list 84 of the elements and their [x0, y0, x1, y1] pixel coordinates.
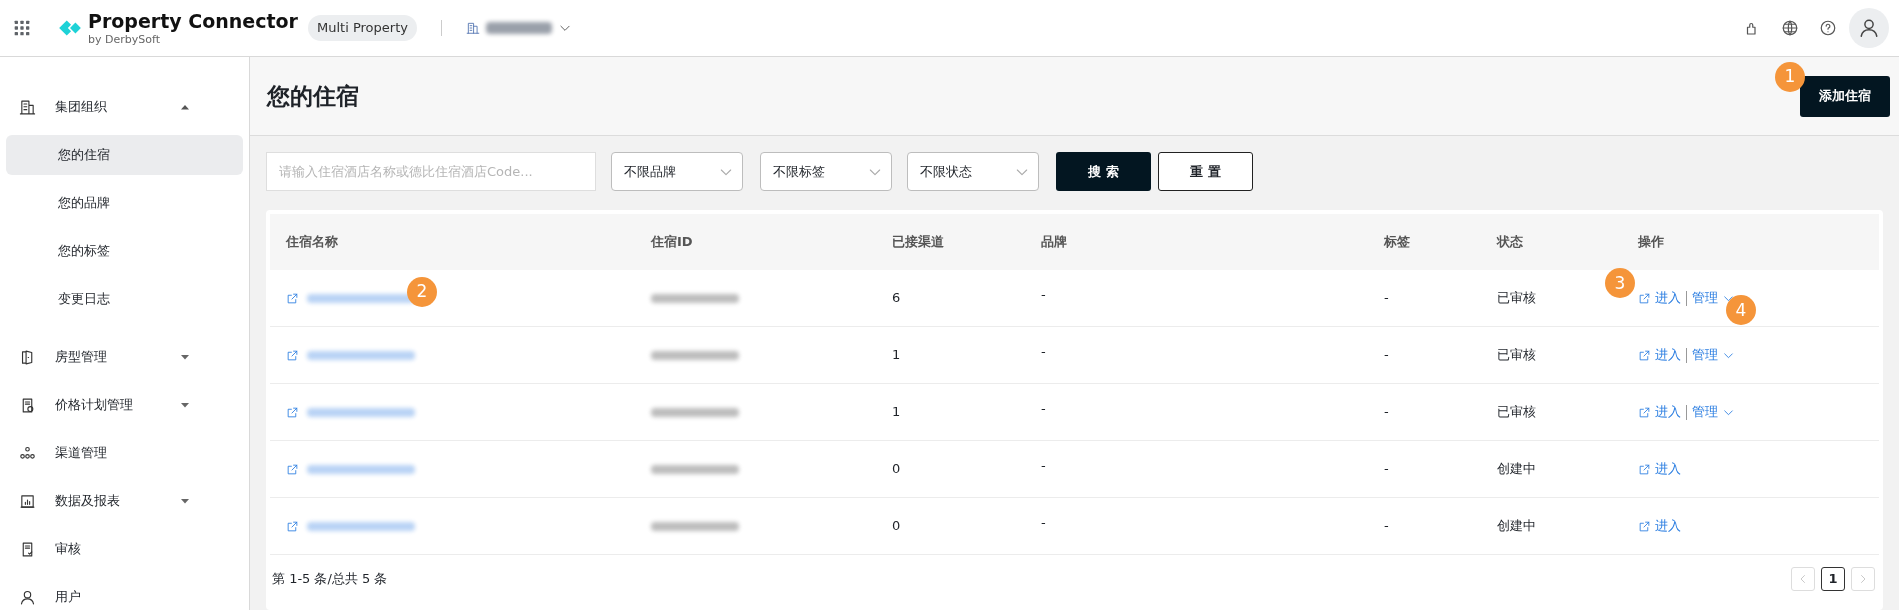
external-link-icon[interactable] — [286, 462, 299, 476]
table-cell-text: - — [1384, 460, 1390, 479]
table-cell-text: - — [1041, 457, 1047, 476]
sidebar-subitem[interactable]: 您的住宿 — [6, 135, 243, 175]
apps-grid-icon[interactable] — [14, 20, 30, 36]
table-cell-text: - — [1041, 400, 1047, 419]
column-header: 操作 — [1638, 233, 1665, 252]
bar-chart-icon — [19, 492, 36, 510]
search-button[interactable]: 搜 索 — [1056, 152, 1151, 191]
table-cell-text: 创建中 — [1497, 460, 1537, 479]
app-title: Property Connector — [88, 11, 298, 31]
table-cell-text: - — [1041, 514, 1047, 533]
external-link-icon — [1638, 519, 1651, 533]
building-icon — [19, 98, 36, 116]
property-selector[interactable] — [465, 21, 572, 35]
filter-dropdown[interactable]: 不限状态 — [907, 152, 1039, 191]
filter-dropdown[interactable]: 不限品牌 — [611, 152, 743, 191]
user-icon — [19, 588, 36, 606]
manage-dropdown[interactable]: 管理 — [1692, 402, 1735, 422]
search-field[interactable]: 请输入住宿酒店名称或德比住宿酒店Code... — [266, 152, 596, 191]
pagination-summary: 第 1-5 条/总共 5 条 — [272, 570, 388, 589]
page-title: 您的住宿 — [267, 81, 359, 111]
column-header: 标签 — [1384, 233, 1411, 252]
table-cell-text: 1 — [892, 346, 902, 365]
building-icon — [465, 21, 480, 35]
table-cell-text: 1 — [892, 403, 902, 422]
external-link-icon — [1638, 291, 1651, 305]
table-cell-text: 6 — [892, 289, 902, 308]
column-header: 住宿名称 — [284, 233, 339, 252]
callout-number: 3 — [1605, 268, 1635, 299]
sidebar-item[interactable]: 集团组织 — [0, 83, 249, 131]
callout-number: 4 — [1726, 295, 1756, 326]
external-link-icon — [1638, 405, 1651, 419]
column-header: 状态 — [1497, 233, 1524, 252]
sidebar-item[interactable]: 审核 — [0, 525, 249, 573]
sidebar-item[interactable]: 用户 — [0, 573, 249, 610]
mode-badge: Multi Property — [308, 15, 417, 41]
help-icon[interactable] — [1819, 19, 1837, 37]
table-cell-text: - — [1041, 286, 1047, 305]
add-property-button[interactable]: 添加住宿 — [1800, 75, 1890, 117]
external-link-icon[interactable] — [286, 348, 299, 362]
sidebar-subitem[interactable]: 您的品牌 — [6, 183, 243, 223]
table-cell-text: 创建中 — [1497, 517, 1537, 536]
redacted-name — [485, 22, 552, 34]
user-icon — [1858, 17, 1880, 39]
table-cell-text: 0 — [892, 517, 902, 536]
enter-link[interactable]: 进入 — [1638, 288, 1681, 308]
enter-link[interactable]: 进入 — [1638, 516, 1681, 536]
table-cell-text: - — [1384, 517, 1390, 536]
external-link-icon[interactable] — [286, 405, 299, 419]
sidebar-item[interactable]: 价格计划管理 — [0, 381, 249, 429]
globe-icon[interactable] — [1781, 19, 1799, 37]
enter-link[interactable]: 进入 — [1638, 459, 1681, 479]
sidebar-subitem[interactable]: 变更日志 — [6, 279, 243, 319]
sidebar-item[interactable]: 渠道管理 — [0, 429, 249, 477]
enter-link[interactable]: 进入 — [1638, 345, 1681, 365]
external-link-icon[interactable] — [286, 519, 299, 533]
sidebar-item[interactable]: 数据及报表 — [0, 477, 249, 525]
table-cell-text: 已审核 — [1497, 289, 1537, 308]
table-cell-text: - — [1384, 403, 1390, 422]
sidebar-item[interactable]: 房型管理 — [0, 333, 249, 381]
avatar-button[interactable] — [1849, 8, 1889, 48]
network-icon — [19, 444, 36, 462]
table-cell-text: 已审核 — [1497, 403, 1537, 422]
external-link-icon — [1638, 348, 1651, 362]
column-header: 住宿ID — [651, 233, 694, 252]
external-link-icon[interactable] — [286, 291, 299, 305]
external-link-icon — [1638, 462, 1651, 476]
sidebar-subitem[interactable]: 您的标签 — [6, 231, 243, 271]
column-header: 品牌 — [1041, 233, 1068, 252]
reset-button[interactable]: 重 置 — [1158, 152, 1253, 191]
table-cell-text: 0 — [892, 460, 902, 479]
callout-number: 1 — [1775, 61, 1805, 92]
table-cell-text: - — [1384, 289, 1390, 308]
filter-dropdown[interactable]: 不限标签 — [760, 152, 892, 191]
table-cell-text: - — [1041, 343, 1047, 362]
manage-dropdown[interactable]: 管理 — [1692, 345, 1735, 365]
column-header: 已接渠道 — [892, 233, 945, 252]
callout-number: 2 — [407, 276, 437, 307]
table-cell-text: - — [1384, 346, 1390, 365]
page-button[interactable]: 1 — [1821, 567, 1845, 591]
enter-link[interactable]: 进入 — [1638, 402, 1681, 422]
table-cell-text: 已审核 — [1497, 346, 1537, 365]
app-subtitle: by DerbySoft — [88, 33, 161, 45]
